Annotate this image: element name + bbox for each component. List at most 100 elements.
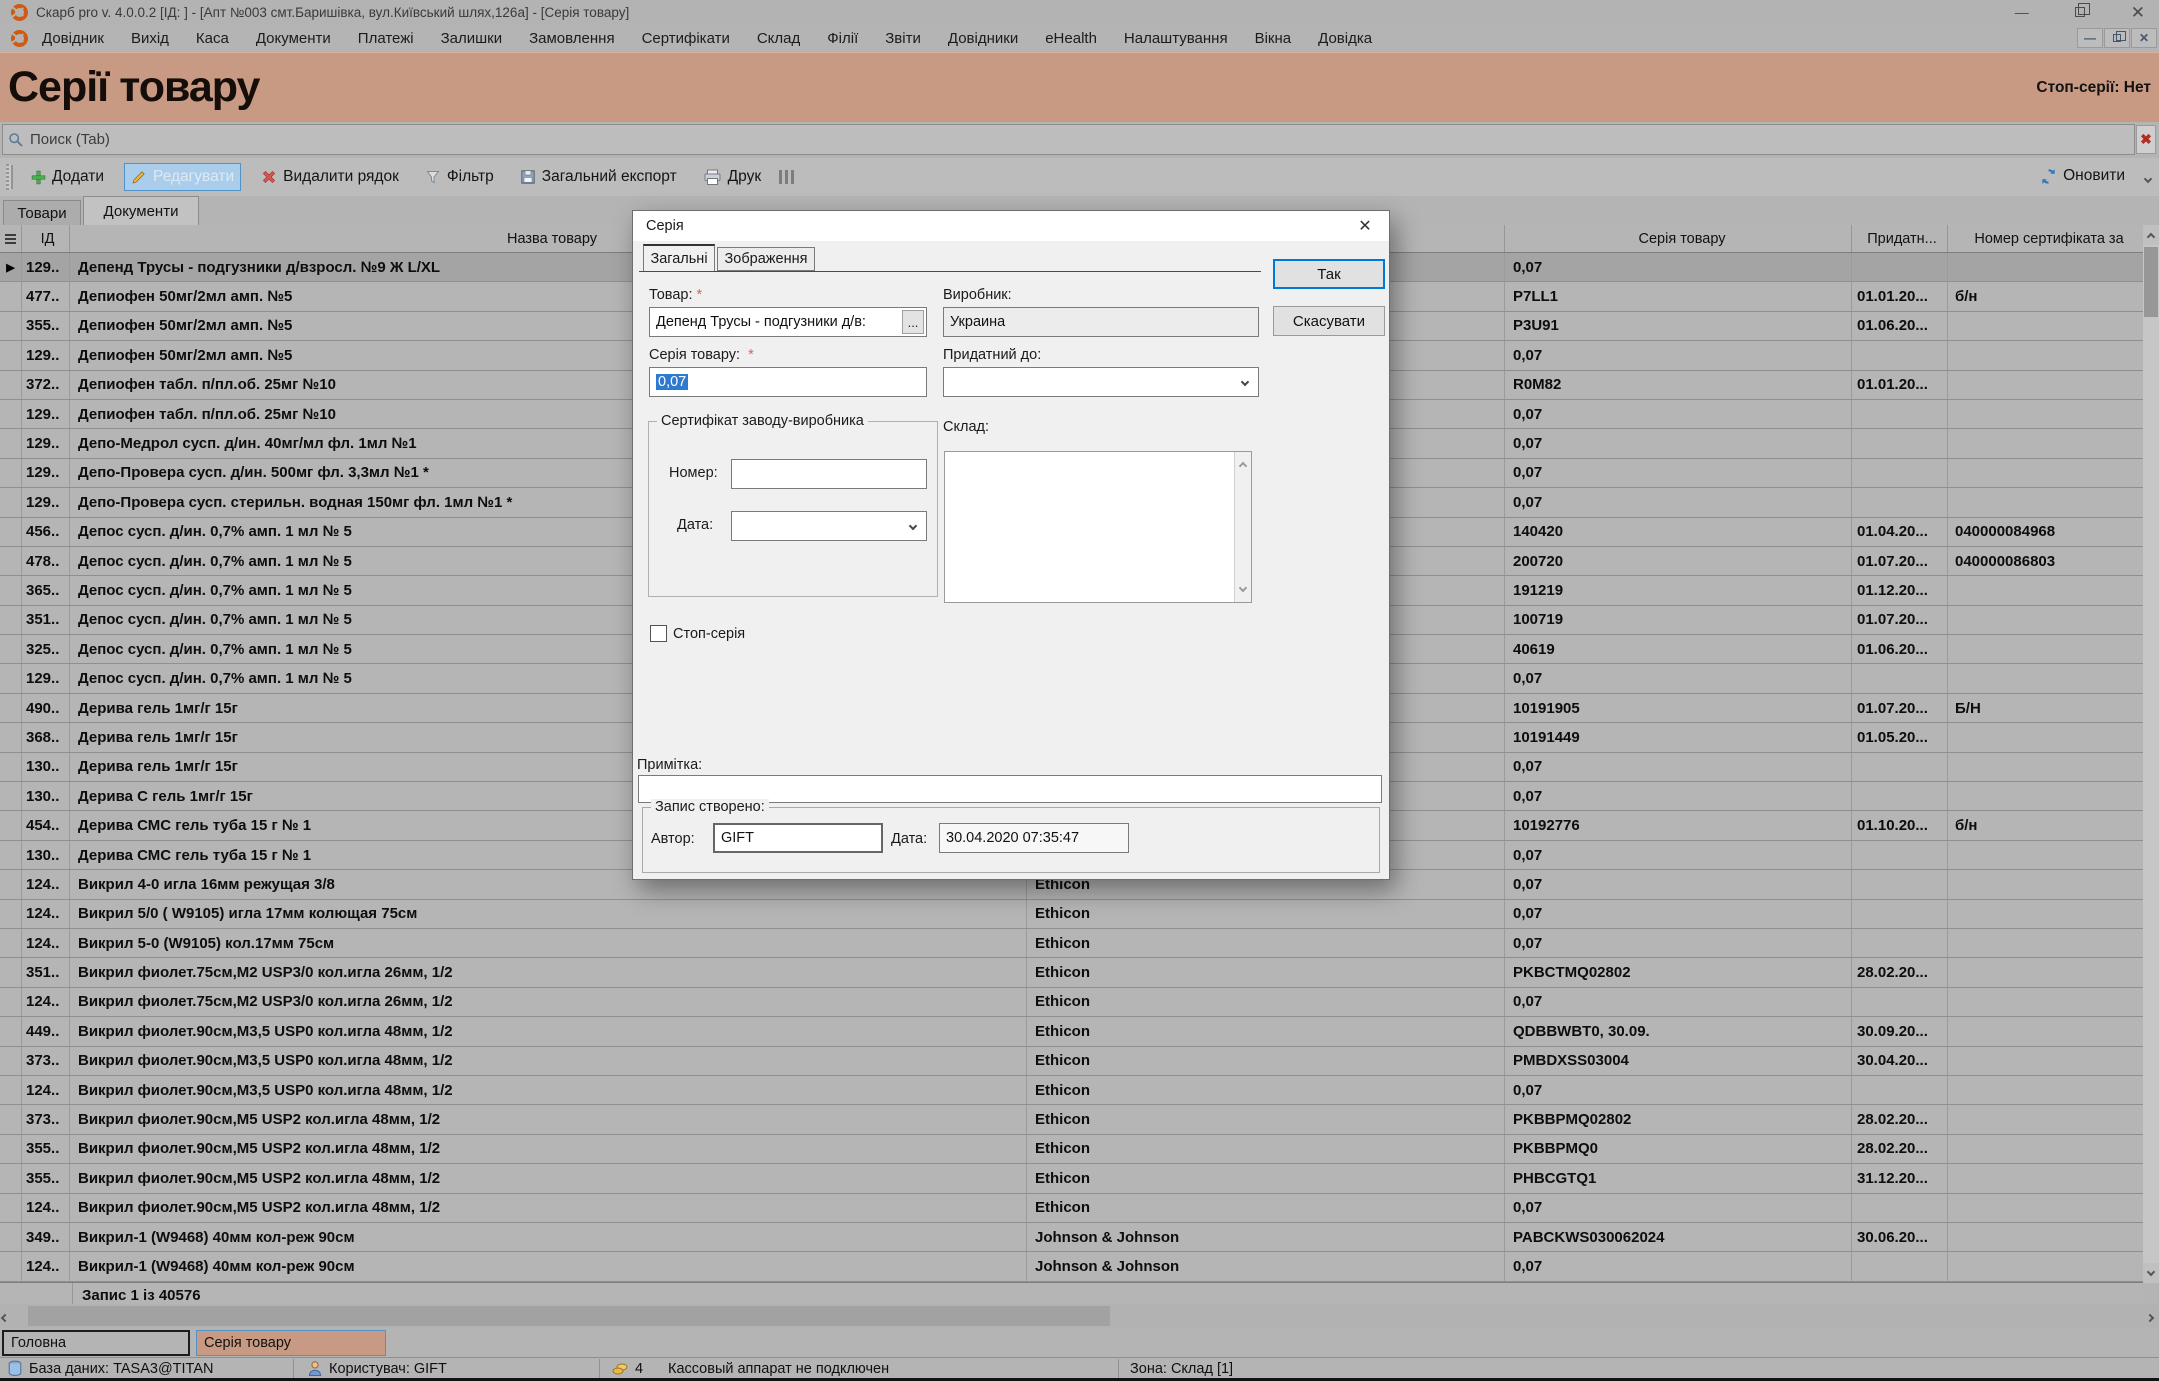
cell-certificate xyxy=(1948,1105,2143,1133)
cell-certificate xyxy=(1948,459,2143,487)
menu-item[interactable]: Залишки xyxy=(441,30,503,47)
menu-item[interactable]: Каса xyxy=(196,30,229,47)
view-tab[interactable]: Товари xyxy=(3,200,81,225)
stop-series-checkbox[interactable] xyxy=(650,625,667,642)
product-label: Товар: * xyxy=(649,287,702,303)
table-row[interactable]: 124.. Викрил 5/0 ( W9105) игла 17мм колю… xyxy=(0,900,2143,929)
dialog-close-icon[interactable]: ✕ xyxy=(1353,215,1377,237)
cell-id: 325.. xyxy=(22,635,70,663)
minimize-icon[interactable]: — xyxy=(2015,5,2029,19)
scroll-up-icon[interactable] xyxy=(2143,225,2159,245)
row-indicator xyxy=(0,870,22,898)
view-tab[interactable]: Документи xyxy=(83,196,199,225)
stop-series-status: Стоп-серії: Нет xyxy=(2036,79,2151,97)
tab-home[interactable]: Головна xyxy=(2,1330,190,1356)
col-series[interactable]: Серія товару xyxy=(1505,225,1852,252)
ok-button[interactable]: Так xyxy=(1273,259,1385,289)
toolbar-grip[interactable] xyxy=(6,164,11,190)
horizontal-scrollbar[interactable] xyxy=(0,1304,2159,1328)
cancel-button[interactable]: Скасувати xyxy=(1273,306,1385,336)
created-date-field: 30.04.2020 07:35:47 xyxy=(939,823,1129,853)
mdi-close-icon[interactable]: ✕ xyxy=(2131,28,2157,48)
col-id[interactable]: ІД xyxy=(22,225,70,252)
restore-icon[interactable] xyxy=(2075,7,2085,17)
table-row[interactable]: 351.. Викрил фиолет.75см,М2 USP3/0 кол.и… xyxy=(0,958,2143,987)
toolbar-overflow-icon[interactable] xyxy=(2145,172,2151,190)
col-valid[interactable]: Придатн... xyxy=(1852,225,1948,252)
cert-date-combobox[interactable] xyxy=(731,511,927,541)
menu-item[interactable]: Вікна xyxy=(1255,30,1292,47)
edit-button[interactable]: Редагувати xyxy=(124,163,241,191)
horizontal-scroll-thumb[interactable] xyxy=(28,1306,1110,1326)
dialog-tab-general[interactable]: Загальні xyxy=(643,244,715,271)
cell-name: Викрил фиолет.90см,М5 USP2 кол.игла 48мм… xyxy=(70,1105,1027,1133)
search-input[interactable]: Поиск (Tab) xyxy=(2,124,2135,155)
menu-item[interactable]: Платежі xyxy=(358,30,414,47)
product-field[interactable]: Депенд Трусы - подгузники д/в: ... xyxy=(649,307,927,337)
table-row[interactable]: 349.. Викрил-1 (W9468) 40мм кол-реж 90см… xyxy=(0,1223,2143,1252)
table-row[interactable]: 124.. Викрил фиолет.75см,М2 USP3/0 кол.и… xyxy=(0,988,2143,1017)
print-button[interactable]: Друк xyxy=(697,164,767,190)
menu-item[interactable]: Документи xyxy=(256,30,331,47)
dialog-tab-images[interactable]: Зображення xyxy=(717,247,815,271)
search-clear-button[interactable]: ✖ xyxy=(2136,125,2156,154)
col-certificate[interactable]: Номер сертифіката за xyxy=(1948,225,2143,252)
menu-item[interactable]: Вихід xyxy=(131,30,169,47)
table-row[interactable]: 124.. Викрил 5-0 (W9105) кол.17мм 75см E… xyxy=(0,929,2143,958)
table-row[interactable]: 373.. Викрил фиолет.90см,М3,5 USP0 кол.и… xyxy=(0,1047,2143,1076)
series-dialog: Серія ✕ Загальні Зображення Так Скасуват… xyxy=(632,210,1390,880)
app-logo-icon xyxy=(11,4,28,21)
cell-id: 124.. xyxy=(22,1252,70,1280)
delete-row-button[interactable]: Видалити рядок xyxy=(255,164,405,190)
menu-item[interactable]: Замовлення xyxy=(529,30,614,47)
valid-until-combobox[interactable] xyxy=(943,367,1259,397)
scroll-right-icon[interactable] xyxy=(2147,1308,2153,1326)
row-indicator xyxy=(0,1223,22,1251)
refresh-button[interactable]: Оновити xyxy=(2034,163,2131,189)
cell-certificate: б/н xyxy=(1948,811,2143,839)
menu-item[interactable]: Звіти xyxy=(885,30,921,47)
table-row[interactable]: 124.. Викрил фиолет.90см,М5 USP2 кол.игл… xyxy=(0,1194,2143,1223)
add-button[interactable]: Додати xyxy=(25,164,110,190)
table-row[interactable]: 124.. Викрил-1 (W9468) 40мм кол-реж 90см… xyxy=(0,1252,2143,1281)
table-row[interactable]: 449.. Викрил фиолет.90см,М3,5 USP0 кол.и… xyxy=(0,1017,2143,1046)
column-chooser-icon[interactable] xyxy=(0,225,22,252)
mdi-restore-icon[interactable] xyxy=(2104,28,2130,48)
menu-item[interactable]: Налаштування xyxy=(1124,30,1228,47)
filter-button[interactable]: Фільтр xyxy=(419,164,500,190)
menu-item[interactable]: Сертифікати xyxy=(642,30,730,47)
scroll-up-icon[interactable] xyxy=(1239,462,1247,470)
close-icon[interactable]: ✕ xyxy=(2131,4,2145,21)
menu-item[interactable]: Довідник xyxy=(42,30,104,47)
scroll-down-icon[interactable] xyxy=(1239,584,1247,592)
series-field[interactable]: 0,07 xyxy=(649,367,927,397)
menu-item[interactable]: Склад xyxy=(757,30,800,47)
vertical-scroll-thumb[interactable] xyxy=(2144,247,2158,317)
cell-certificate xyxy=(1948,753,2143,781)
scroll-down-icon[interactable] xyxy=(2143,1263,2159,1283)
table-row[interactable]: 373.. Викрил фиолет.90см,М5 USP2 кол.игл… xyxy=(0,1105,2143,1134)
columns-icon[interactable] xyxy=(779,170,794,184)
row-indicator xyxy=(0,1017,22,1045)
tab-product-series[interactable]: Серія товару xyxy=(196,1330,386,1356)
dialog-title-bar[interactable]: Серія ✕ xyxy=(633,211,1389,241)
menu-item[interactable]: Філії xyxy=(827,30,858,47)
menu-item[interactable]: eHealth xyxy=(1045,30,1097,47)
vertical-scrollbar[interactable] xyxy=(2143,225,2159,1283)
menu-item[interactable]: Довідка xyxy=(1318,30,1372,47)
table-row[interactable]: 355.. Викрил фиолет.90см,М5 USP2 кол.игл… xyxy=(0,1135,2143,1164)
table-row[interactable]: 355.. Викрил фиолет.90см,М5 USP2 кол.игл… xyxy=(0,1164,2143,1193)
scroll-left-icon[interactable] xyxy=(2,1308,8,1326)
author-field[interactable]: GIFT xyxy=(713,823,883,853)
product-browse-button[interactable]: ... xyxy=(902,310,924,334)
menu-item[interactable]: Довідники xyxy=(948,30,1018,47)
table-row[interactable]: 124.. Викрил фиолет.90см,М3,5 USP0 кол.и… xyxy=(0,1076,2143,1105)
stock-scrollbar[interactable] xyxy=(1234,452,1251,602)
cell-certificate xyxy=(1948,958,2143,986)
stock-textarea[interactable] xyxy=(944,451,1252,603)
row-indicator xyxy=(0,664,22,692)
cert-number-field[interactable] xyxy=(731,459,927,489)
export-button[interactable]: Загальний експорт xyxy=(514,164,683,190)
mdi-minimize-icon[interactable]: — xyxy=(2077,28,2103,48)
cell-manufacturer: Ethicon xyxy=(1027,1194,1505,1222)
